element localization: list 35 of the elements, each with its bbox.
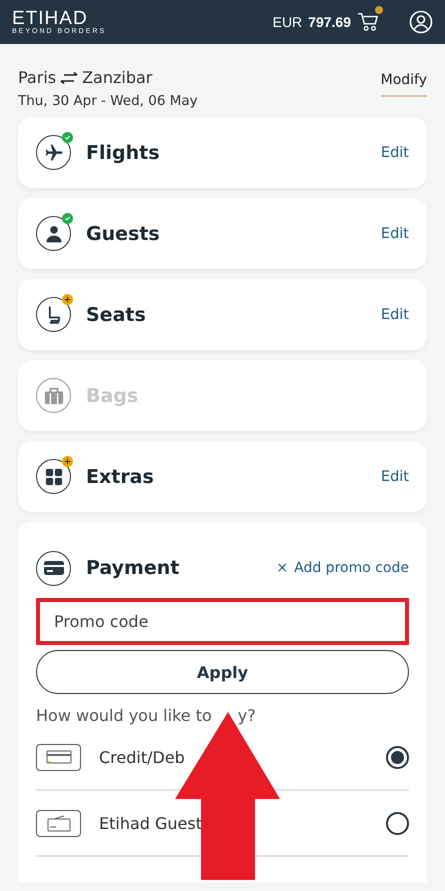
payment-question: y?: [238, 706, 256, 725]
cart-icon[interactable]: [357, 12, 379, 32]
total-price: 797.69: [308, 14, 351, 30]
step-title: Extras: [86, 466, 154, 488]
edit-link[interactable]: Edit: [380, 226, 409, 242]
payment-title: Payment: [86, 557, 180, 579]
round-trip-arrows-icon: [60, 72, 78, 84]
credit-card-icon: [44, 560, 64, 576]
currency: EUR: [272, 14, 302, 30]
edit-link[interactable]: Edit: [380, 468, 409, 484]
trip-dates: Thu, 30 Apr - Wed, 06 May: [18, 93, 198, 109]
step-title: Flights: [86, 142, 160, 164]
suitcase-icon: [42, 386, 64, 406]
modify-link[interactable]: Modify: [380, 69, 427, 97]
credit-card-icon: [46, 750, 72, 764]
airplane-icon: [44, 142, 64, 162]
add-promo-code-link[interactable]: × Add promo code: [276, 560, 409, 576]
grid-icon: [44, 468, 62, 486]
payment-method-label: Credit/Deb: [99, 748, 185, 766]
payment-method-label: Etihad Guest: [99, 814, 202, 832]
edit-link[interactable]: Edit: [380, 144, 409, 160]
radio-button[interactable]: [386, 812, 409, 834]
person-icon: [44, 224, 64, 244]
apply-button[interactable]: Apply: [36, 650, 409, 694]
edit-link[interactable]: Edit: [380, 306, 409, 322]
payment-question: How would you like to: [36, 706, 212, 725]
logo-wordmark: ETIHAD: [12, 10, 88, 28]
step-title: Seats: [86, 304, 146, 326]
promo-code-field[interactable]: Promo code: [36, 598, 409, 645]
destination-city: Zanzibar: [82, 68, 152, 87]
account-icon[interactable]: [409, 10, 433, 34]
origin-city: Paris: [18, 68, 56, 87]
radio-button[interactable]: [386, 746, 409, 768]
step-title: Guests: [86, 222, 160, 244]
wallet-icon: [46, 814, 72, 832]
